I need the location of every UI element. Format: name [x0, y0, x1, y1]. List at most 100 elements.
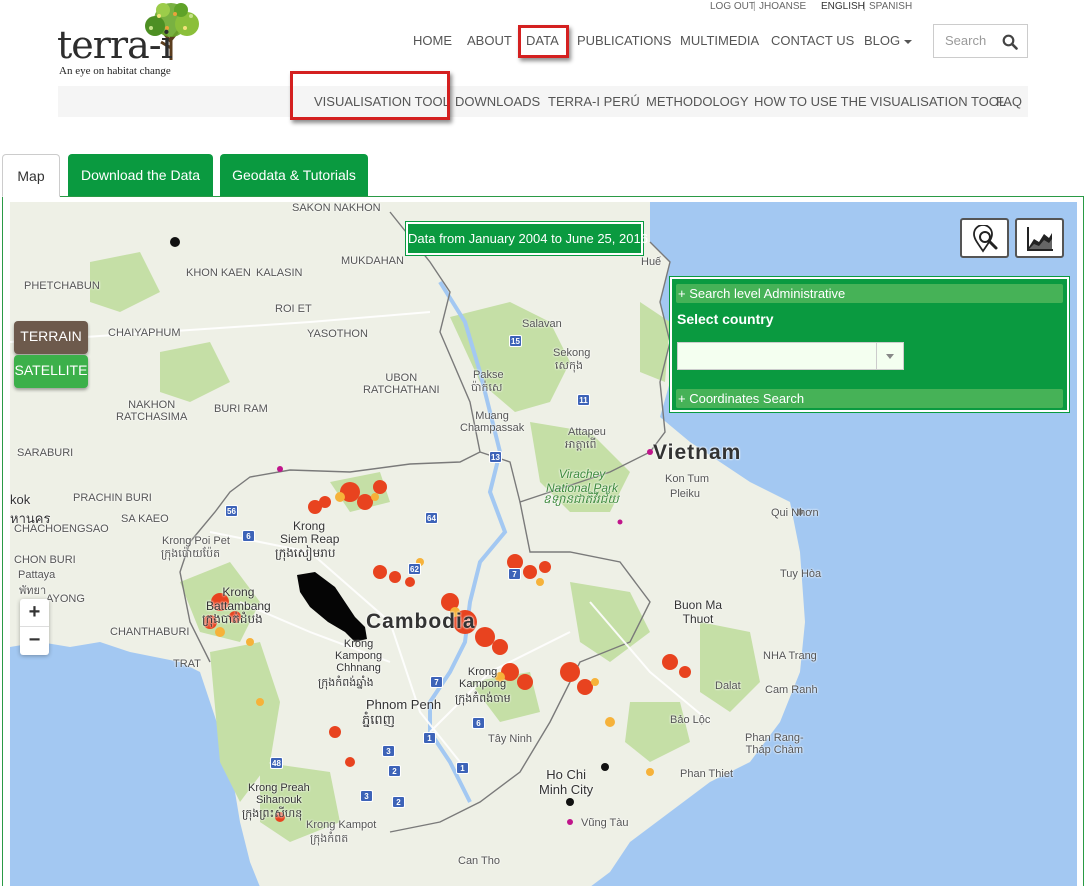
map-label: Pattaya [18, 569, 56, 581]
chevron-down-icon [904, 39, 913, 44]
english-link[interactable]: ENGLISH [821, 1, 865, 12]
tab-geodata-tutorials[interactable]: Geodata & Tutorials [220, 154, 368, 197]
subnav-downloads[interactable]: DOWNLOADS [455, 94, 540, 109]
zoom-in-button[interactable]: + [20, 599, 49, 627]
map-label: Krong Kampot [306, 819, 377, 831]
map-label-city: Krong Kampong [459, 666, 507, 690]
map-label-city: Krong [293, 519, 326, 533]
road-shield: 3 [382, 745, 395, 757]
subnav-faq[interactable]: FAQ [996, 94, 1022, 109]
tab-map[interactable]: Map [2, 154, 60, 197]
map-label: Qui Nhơn [771, 507, 819, 519]
map-label: MUKDAHAN [341, 255, 404, 267]
map-label: YASOTHON [307, 328, 368, 340]
statistics-chart-button[interactable] [1015, 218, 1064, 258]
map-label-city: ក្រុងកំពង់ចាម [455, 693, 511, 705]
map-label-city: ក្រុងកំពង់ឆ្នាំង [318, 677, 374, 689]
road-shield: 2 [388, 765, 401, 777]
logo-tagline: An eye on habitat change [59, 65, 171, 77]
chevron-down-icon[interactable] [876, 343, 903, 369]
map-label: Salavan [522, 318, 562, 330]
zoom-out-button[interactable]: − [20, 627, 49, 655]
map-label: ក្រុងកំពត [310, 833, 349, 845]
nav-data[interactable]: DATA [526, 33, 559, 48]
nav-contact[interactable]: CONTACT US [771, 33, 854, 48]
location-search-button[interactable] [960, 218, 1009, 258]
coordinates-search-toggle[interactable]: + Coordinates Search [676, 389, 1063, 408]
map-label: พัทยา [19, 585, 47, 597]
map-label-city: ក្រុងព្រះសីហនុ [242, 808, 303, 820]
search-panel: + Search level Administrative Select cou… [670, 277, 1069, 412]
terra-i-logo[interactable]: terra-i An eye on habitat change [57, 2, 207, 78]
map-label: ប៉ាក់សេ [471, 382, 503, 394]
logout-link[interactable]: LOG OUT [710, 1, 755, 12]
admin-search-toggle[interactable]: + Search level Administrative [676, 284, 1063, 303]
map-label-country: Vietnam [653, 441, 742, 464]
map-label: UBON RATCHATHANI [363, 372, 440, 396]
map-label: CHANTHABURI [110, 626, 190, 638]
search-icon[interactable] [1002, 34, 1018, 50]
road-shield: 1 [423, 732, 436, 744]
nav-blog-label: BLOG [864, 33, 901, 48]
subnav-visualisation-tool[interactable]: VISUALISATION TOOL [314, 94, 450, 109]
top-links: LOG OUT | JHOANSE ENGLISH | SPANISH [700, 1, 930, 13]
site-search [933, 24, 1028, 58]
nav-publications[interactable]: PUBLICATIONS [577, 33, 671, 48]
road-shield: 7 [430, 676, 443, 688]
map-label: Krong Poi Pet [162, 535, 230, 547]
tab-download-data[interactable]: Download the Data [68, 154, 213, 197]
road-shield: 7 [508, 568, 521, 580]
country-select[interactable] [677, 342, 904, 370]
map-label: CHON BURI [14, 554, 76, 566]
map-label: kok [10, 492, 31, 507]
map-label-city: ក្រុងសៀមរាប [275, 546, 336, 560]
map-label: Can Tho [458, 855, 500, 867]
map-label: Attapeu [568, 426, 606, 438]
search-input[interactable] [945, 33, 1005, 48]
map-label: SAKON NAKHON [292, 202, 381, 214]
nav-about[interactable]: ABOUT [467, 33, 512, 48]
road-shield: 6 [472, 717, 485, 729]
satellite-layer-button[interactable]: SATELLITE [14, 355, 88, 388]
terrain-layer-button[interactable]: TERRAIN [14, 321, 88, 354]
user-link[interactable]: JHOANSE [759, 1, 806, 12]
map-label: KALASIN [256, 267, 303, 279]
map-label: Huế [641, 256, 662, 268]
map-label-city: Krong Preah Sihanouk [248, 782, 310, 806]
nav-blog[interactable]: BLOG [864, 33, 913, 48]
map-label: ក្រុងប៉ោយប៉ែត [161, 548, 221, 560]
road-shield: 11 [577, 394, 590, 406]
nav-home[interactable]: HOME [413, 33, 452, 48]
map-label: Sekong [553, 347, 591, 359]
map-label-city: Krong Battambang [206, 585, 271, 613]
map-label-city: Siem Reap [280, 532, 340, 546]
subnav-methodology[interactable]: METHODOLOGY [646, 94, 749, 109]
map-label: CHAIYAPHUM [108, 327, 181, 339]
map-label: SA KAEO [121, 513, 169, 525]
date-range-banner: Data from January 2004 to June 25, 2016 [406, 222, 648, 255]
map-label: Dalat [715, 680, 741, 692]
map-label: Kon Tum [665, 473, 710, 485]
map-label: អាត្តាពើ [565, 439, 597, 451]
road-shield: 48 [270, 757, 283, 769]
top-links-separator: | [753, 1, 756, 12]
map-label: Pakse [473, 369, 504, 381]
map-canvas[interactable]: SAKON NAKHON PHETCHABUN KHON KAEN KALASI… [10, 202, 1077, 886]
subnav-terra-i-peru[interactable]: TERRA-I PERÚ [548, 94, 640, 109]
nav-multimedia[interactable]: MULTIMEDIA [680, 33, 759, 48]
map-label-country: Cambodia [366, 610, 476, 633]
map-label: NAKHON RATCHASIMA [116, 399, 188, 423]
location-search-icon [973, 225, 998, 253]
road-shield: 6 [242, 530, 255, 542]
road-shield: 62 [408, 563, 421, 575]
map-label-city: ភ្នំពេញ [362, 712, 396, 727]
map-label-city: Phnom Penh [366, 697, 442, 712]
map-label: Vũng Tàu [581, 817, 629, 829]
map-label: NHA Trang [763, 650, 817, 662]
select-country-label: Select country [677, 311, 774, 327]
map-label: BURI RAM [214, 403, 268, 415]
subnav-how-to[interactable]: HOW TO USE THE VISUALISATION TOOL [754, 94, 1006, 109]
map-label: Muang Champassak [460, 410, 525, 434]
map-label: KHON KAEN [186, 267, 251, 279]
spanish-link[interactable]: SPANISH [869, 1, 912, 12]
